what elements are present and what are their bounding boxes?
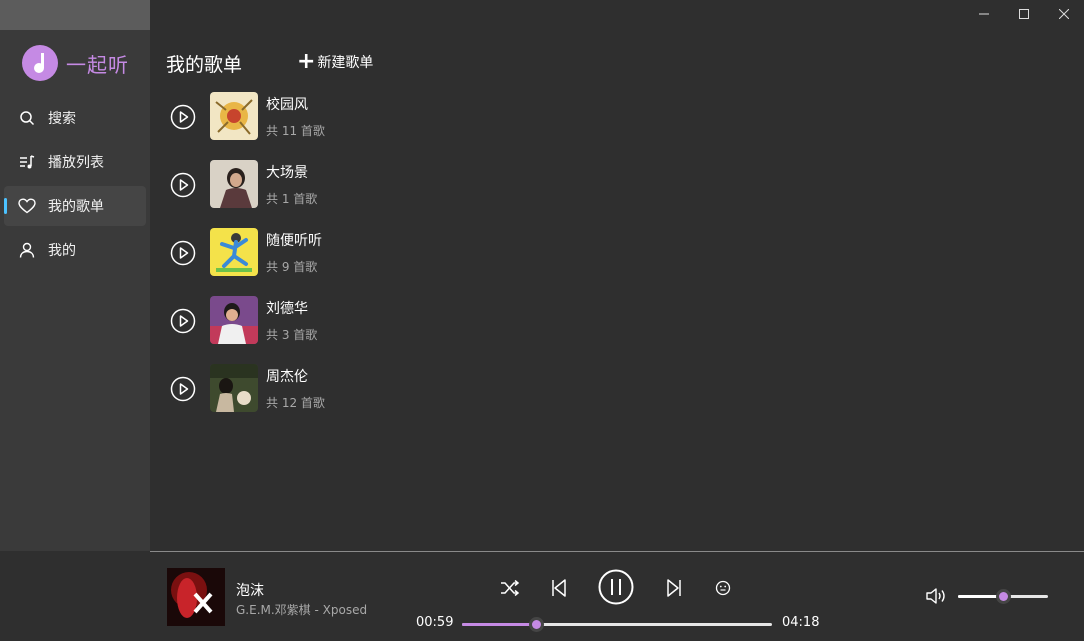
playlist-row[interactable]: 周杰伦 共 12 首歌 [170, 364, 570, 432]
playlist-count: 共 3 首歌 [266, 328, 318, 342]
playlist-count: 共 11 首歌 [266, 124, 325, 138]
app-name: 一起听 [66, 52, 129, 77]
sidebar-item-search[interactable]: 搜索 [4, 98, 146, 138]
playlist-name: 校园风 [266, 97, 308, 113]
heart-icon [18, 197, 36, 215]
close-button[interactable] [1044, 0, 1084, 28]
play-circle-icon[interactable] [170, 308, 196, 334]
progress-thumb[interactable] [529, 617, 545, 632]
smiley-icon [715, 580, 731, 596]
now-playing-cover[interactable] [167, 568, 225, 626]
user-icon [18, 241, 36, 259]
main-content: 我的歌单 + 新建歌单 校园风 共 11 首歌 大场景 共 1 首歌 随便听听 … [150, 30, 1084, 551]
queue-icon [18, 153, 36, 171]
mood-button[interactable] [715, 580, 731, 596]
page-title: 我的歌单 [166, 54, 243, 76]
playlist-name: 刘德华 [266, 301, 308, 317]
search-icon [18, 109, 36, 127]
current-time: 00:59 [416, 615, 454, 630]
maximize-button[interactable] [1004, 0, 1044, 28]
music-note-icon [22, 45, 58, 81]
playlist-cover [210, 160, 258, 208]
title-drag-region[interactable] [0, 0, 150, 30]
app-logo: 一起听 [22, 45, 129, 81]
playlist-count: 共 1 首歌 [266, 192, 318, 206]
playlist-name: 周杰伦 [266, 369, 308, 385]
playlist-row[interactable]: 大场景 共 1 首歌 [170, 160, 570, 228]
sidebar-item-label: 我的歌单 [48, 199, 104, 215]
playlist-row[interactable]: 随便听听 共 9 首歌 [170, 228, 570, 296]
playlist-name: 随便听听 [266, 233, 322, 249]
playlist-count: 共 12 首歌 [266, 396, 325, 410]
sidebar-item-mine[interactable]: 我的 [4, 230, 146, 270]
previous-icon [552, 579, 566, 597]
sidebar: 一起听 搜索 播放列表 我的歌单 我的 [0, 0, 150, 551]
now-playing-title: 泡沫 [236, 583, 264, 599]
now-playing-artist: G.E.M.邓紫棋 - Xposed [236, 603, 368, 617]
playlist-name: 大场景 [266, 165, 308, 181]
play-circle-icon[interactable] [170, 240, 196, 266]
playlist-cover [210, 364, 258, 412]
sidebar-item-my-playlists[interactable]: 我的歌单 [4, 186, 146, 226]
playlist-row[interactable]: 刘德华 共 3 首歌 [170, 296, 570, 364]
pause-button[interactable] [598, 569, 634, 605]
playlist-list: 校园风 共 11 首歌 大场景 共 1 首歌 随便听听 共 9 首歌 刘德华 共… [170, 92, 570, 432]
sidebar-item-playlist-queue[interactable]: 播放列表 [4, 142, 146, 182]
minimize-icon [979, 13, 989, 15]
playlist-row[interactable]: 校园风 共 11 首歌 [170, 92, 570, 160]
shuffle-icon [501, 580, 520, 596]
total-time: 04:18 [782, 615, 820, 630]
plus-icon: + [297, 49, 316, 74]
new-playlist-button[interactable]: + 新建歌单 [297, 49, 374, 74]
progress-slider[interactable] [462, 617, 772, 632]
play-circle-icon[interactable] [170, 376, 196, 402]
playlist-cover [210, 92, 258, 140]
volume-slider[interactable] [958, 589, 1048, 604]
close-icon [1059, 9, 1069, 19]
sidebar-item-label: 搜索 [48, 111, 76, 127]
minimize-button[interactable] [964, 0, 1004, 28]
speaker-icon [926, 588, 945, 604]
sidebar-item-label: 播放列表 [48, 155, 104, 171]
volume-button[interactable] [926, 587, 948, 609]
playlist-count: 共 9 首歌 [266, 260, 318, 274]
sidebar-item-label: 我的 [48, 243, 76, 259]
previous-button[interactable] [551, 578, 567, 598]
progress-fill [462, 623, 537, 626]
playlist-cover [210, 296, 258, 344]
volume-thumb[interactable] [996, 589, 1011, 604]
next-icon [667, 579, 681, 597]
play-circle-icon[interactable] [170, 172, 196, 198]
new-playlist-label: 新建歌单 [317, 55, 374, 71]
play-circle-icon[interactable] [170, 104, 196, 130]
pause-icon [598, 569, 634, 605]
app-window: 一起听 搜索 播放列表 我的歌单 我的 我的歌单 + 新建歌单 校园风 共 11… [0, 0, 1084, 641]
maximize-icon [1019, 9, 1029, 19]
sidebar-nav: 搜索 播放列表 我的歌单 我的 [4, 98, 146, 274]
window-controls [964, 0, 1084, 28]
shuffle-button[interactable] [500, 580, 520, 596]
next-button[interactable] [666, 578, 682, 598]
player-bar: 泡沫 G.E.M.邓紫棋 - Xposed 00:59 04:18 [150, 551, 1084, 641]
playlist-cover [210, 228, 258, 276]
